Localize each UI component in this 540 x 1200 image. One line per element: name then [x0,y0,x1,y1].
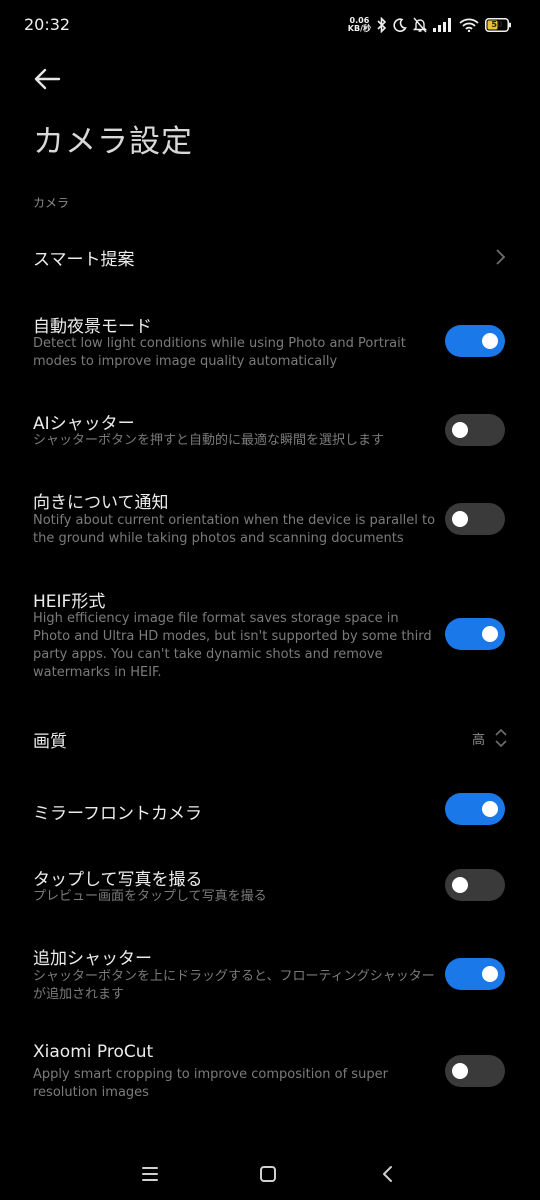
tap-to-shoot-title: タップして写真を撮る [33,870,203,890]
chevron-up-down-icon [495,728,507,748]
auto-night-title: 自動夜景モード [33,317,152,337]
procut-row[interactable]: Xiaomi ProCut Apply smart cropping to im… [0,1032,540,1112]
ai-shutter-toggle[interactable] [445,414,505,446]
bluetooth-icon [377,17,387,33]
orientation-notice-desc: Notify about current orientation when th… [33,513,436,546]
status-bar: 20:32 0.06 KB/秒 50 [0,0,540,48]
toggle-knob [482,966,498,982]
moon-icon [393,18,407,32]
menu-icon [142,1167,158,1181]
orientation-notice-toggle[interactable] [445,503,505,535]
heif-toggle[interactable] [445,618,505,650]
orientation-notice-row[interactable]: 向きについて通知 Notify about current orientatio… [0,478,540,558]
signal-icon [433,18,453,32]
mirror-front-title: ミラーフロントカメラ [33,804,202,824]
ai-shutter-title: AIシャッター [33,414,135,434]
home-icon [260,1166,276,1182]
network-speed: 0.06 KB/秒 [348,17,371,33]
auto-night-toggle[interactable] [445,325,505,357]
network-speed-unit: KB/秒 [347,24,371,33]
procut-desc: Apply smart cropping to improve composit… [33,1067,388,1100]
tap-to-shoot-desc: プレビュー画面をタップして写真を撮る [33,889,267,904]
nav-back-button[interactable] [373,1162,403,1186]
toggle-knob [482,626,498,642]
toggle-knob [482,801,498,817]
orientation-notice-title: 向きについて通知 [33,493,169,513]
status-time: 20:32 [24,15,71,34]
navigation-bar [0,1150,540,1200]
status-icons: 0.06 KB/秒 50 [348,14,512,36]
heif-desc: High efficiency image file format saves … [33,611,432,680]
heif-title: HEIF形式 [33,592,106,612]
extra-shutter-toggle[interactable] [445,958,505,990]
section-label: カメラ [33,196,70,210]
nav-menu-button[interactable] [135,1162,165,1186]
back-button[interactable] [30,64,64,94]
toggle-knob [452,1063,468,1079]
tap-to-shoot-row[interactable]: タップして写真を撮る プレビュー画面をタップして写真を撮る [0,856,540,916]
page-title: カメラ設定 [33,124,193,160]
tap-to-shoot-toggle[interactable] [445,869,505,901]
toggle-knob [482,333,498,349]
procut-toggle[interactable] [445,1055,505,1087]
procut-title: Xiaomi ProCut [33,1042,154,1062]
auto-night-row[interactable]: 自動夜景モード Detect low light conditions whil… [0,300,540,380]
mirror-front-toggle[interactable] [445,793,505,825]
wifi-icon [459,18,479,32]
auto-night-desc: Detect low light conditions while using … [33,336,406,369]
smart-suggestions-row[interactable]: スマート提案 [0,230,540,282]
extra-shutter-desc: シャッターボタンを上にドラッグすると、フローティングシャッターが追加されます [33,969,435,1002]
toggle-knob [452,877,468,893]
back-arrow-icon [34,68,61,90]
chevron-right-icon [496,249,506,265]
mirror-front-row[interactable]: ミラーフロントカメラ [0,784,540,836]
battery-icon: 50 [485,18,512,32]
battery-level: 50 [491,20,503,29]
nav-home-button[interactable] [253,1162,283,1186]
ai-shutter-desc: シャッターボタンを押すと自動的に最適な瞬間を選択します [33,433,385,448]
toggle-knob [452,511,468,527]
image-quality-title: 画質 [33,732,67,752]
heif-row[interactable]: HEIF形式 High efficiency image file format… [0,576,540,692]
image-quality-row[interactable]: 画質 高 [0,712,540,764]
image-quality-value: 高 [472,733,486,748]
bell-off-icon [413,17,427,33]
extra-shutter-title: 追加シャッター [33,949,152,969]
nav-back-icon [383,1166,392,1182]
toggle-knob [452,422,468,438]
smart-suggestions-title: スマート提案 [33,250,135,270]
ai-shutter-row[interactable]: AIシャッター シャッターボタンを押すと自動的に最適な瞬間を選択します [0,400,540,460]
extra-shutter-row[interactable]: 追加シャッター シャッターボタンを上にドラッグすると、フローティングシャッターが… [0,934,540,1014]
